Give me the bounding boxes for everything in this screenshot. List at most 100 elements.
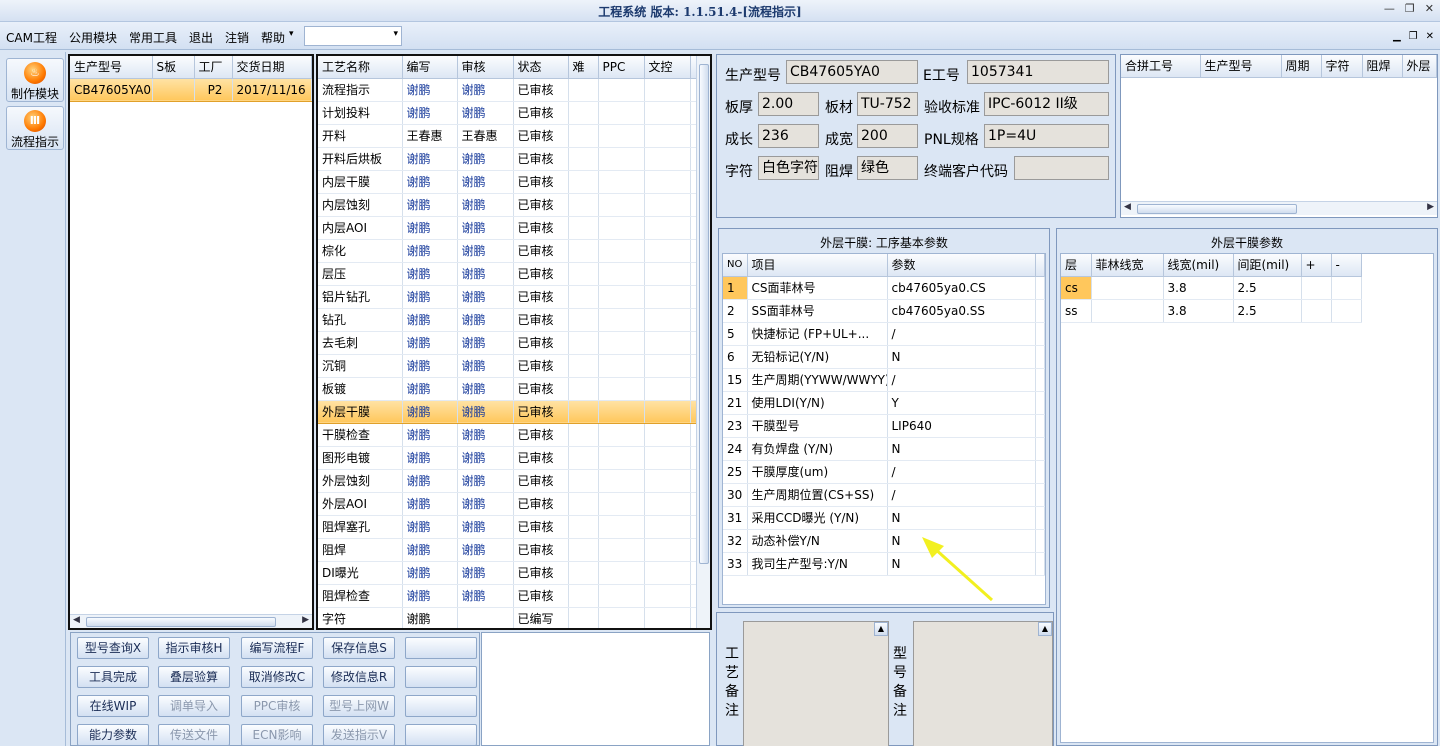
length-field[interactable]: 236 xyxy=(758,124,819,148)
scroll-right-icon[interactable]: ▶ xyxy=(1427,202,1434,212)
action-button[interactable]: 发送指示V xyxy=(323,724,395,746)
action-button[interactable]: PPC审核 xyxy=(241,695,313,717)
table-row[interactable]: 板镀 谢鹏 谢鹏 已审核 xyxy=(318,377,710,401)
table-row[interactable]: 干膜检查 谢鹏 谢鹏 已审核 xyxy=(318,423,710,447)
table-row[interactable]: 开料后烘板 谢鹏 谢鹏 已审核 xyxy=(318,147,710,171)
col-header[interactable]: 外层 xyxy=(1402,55,1437,78)
table-row[interactable]: 6 无铅标记(Y/N) N xyxy=(723,345,1045,369)
col-header[interactable]: 字符 xyxy=(1321,55,1363,78)
nav-process-instruction[interactable]: Ⅲ 流程指示 xyxy=(6,106,64,150)
table-row[interactable]: 内层蚀刻 谢鹏 谢鹏 已审核 xyxy=(318,193,710,217)
menu-tools[interactable]: 常用工具 xyxy=(129,29,177,46)
table-row[interactable]: 计划投料 谢鹏 谢鹏 已审核 xyxy=(318,101,710,125)
table-row[interactable]: 字符 谢鹏 已编写 xyxy=(318,607,710,628)
col-header[interactable]: 线宽(mil) xyxy=(1163,254,1234,277)
table-row[interactable]: 24 有负焊盘 (Y/N) N xyxy=(723,437,1045,461)
scroll-right-icon[interactable]: ▶ xyxy=(302,615,309,625)
menu-public-module[interactable]: 公用模块 xyxy=(69,29,117,46)
col-header[interactable]: S板 xyxy=(152,56,195,79)
table-row[interactable]: 30 生产周期位置(CS+SS) / xyxy=(723,483,1045,507)
mdi-restore-icon[interactable]: ❐ xyxy=(1409,31,1418,42)
action-button[interactable]: 在线WIP xyxy=(77,695,149,717)
col-header[interactable]: 交货日期 xyxy=(232,56,312,79)
model-memo-textarea[interactable]: ▲ xyxy=(913,621,1053,746)
process-memo-textarea[interactable]: ▲ xyxy=(743,621,889,746)
menu-combo-box[interactable]: ▾ xyxy=(304,26,402,46)
col-header[interactable]: 合拼工号 xyxy=(1121,55,1201,78)
col-header[interactable]: 难 xyxy=(568,56,599,79)
table-row[interactable]: 开料 王春惠 王春惠 已审核 xyxy=(318,124,710,148)
eno-field[interactable]: 1057341 xyxy=(967,60,1109,84)
table-row[interactable]: 内层AOI 谢鹏 谢鹏 已审核 xyxy=(318,216,710,240)
table-row[interactable]: 1 CS面菲林号 cb47605ya0.CS xyxy=(723,276,1045,300)
col-header[interactable]: 编写 xyxy=(402,56,458,79)
mdi-minimize-icon[interactable]: ▁ xyxy=(1393,31,1401,42)
table-row[interactable]: 外层蚀刻 谢鹏 谢鹏 已审核 xyxy=(318,469,710,493)
col-header[interactable]: 阻焊 xyxy=(1362,55,1403,78)
table-row[interactable]: 阻焊检查 谢鹏 谢鹏 已审核 xyxy=(318,584,710,608)
width-field[interactable]: 200 xyxy=(857,124,918,148)
table-row[interactable]: 25 干膜厚度(um) / xyxy=(723,460,1045,484)
chevron-down-icon[interactable]: ▾ xyxy=(393,29,398,39)
action-button[interactable]: 传送文件 xyxy=(158,724,230,746)
table-row[interactable]: 5 快捷标记 (FP+UL+... / xyxy=(723,322,1045,346)
mdi-close-icon[interactable]: ✕ xyxy=(1426,31,1434,42)
table-row[interactable]: 层压 谢鹏 谢鹏 已审核 xyxy=(318,262,710,286)
col-header[interactable]: 生产型号 xyxy=(1200,55,1282,78)
close-icon[interactable]: ✕ xyxy=(1425,2,1434,15)
col-header[interactable]: 周期 xyxy=(1281,55,1322,78)
nav-production-module[interactable]: ♨ 制作模块 xyxy=(6,58,64,102)
table-row[interactable]: 2 SS面菲林号 cb47605ya0.SS xyxy=(723,299,1045,323)
action-button[interactable]: 取消修改C xyxy=(241,666,313,688)
menu-cam[interactable]: CAM工程 xyxy=(6,29,57,46)
action-button[interactable]: 保存信息S xyxy=(323,637,395,659)
help-dropdown-icon[interactable]: ▾ xyxy=(289,29,294,46)
col-header[interactable]: 生产型号 xyxy=(70,56,153,79)
table-row[interactable]: DI曝光 谢鹏 谢鹏 已审核 xyxy=(318,561,710,585)
action-button[interactable]: 指示审核H xyxy=(158,637,230,659)
table-row[interactable]: cs 3.8 2.5 xyxy=(1061,276,1362,300)
action-button[interactable]: 编写流程F xyxy=(241,637,313,659)
add-column-button[interactable]: + xyxy=(1301,254,1332,277)
action-button[interactable]: ECN影响 xyxy=(241,724,313,746)
process-vscrollbar[interactable] xyxy=(696,56,710,628)
action-button[interactable]: 调单导入 xyxy=(158,695,230,717)
scroll-left-icon[interactable]: ◀ xyxy=(1124,202,1131,212)
customer-code-field[interactable] xyxy=(1014,156,1109,180)
menu-logout[interactable]: 注销 xyxy=(225,29,249,46)
table-row[interactable]: 21 使用LDI(Y/N) Y xyxy=(723,391,1045,415)
blank-button[interactable] xyxy=(405,637,477,659)
col-header[interactable]: NO xyxy=(723,254,748,277)
table-row[interactable]: 棕化 谢鹏 谢鹏 已审核 xyxy=(318,239,710,263)
blank-button[interactable] xyxy=(405,666,477,688)
col-header[interactable]: 状态 xyxy=(513,56,569,79)
thickness-field[interactable]: 2.00 xyxy=(758,92,819,116)
standard-field[interactable]: IPC-6012 II级 xyxy=(984,92,1109,116)
table-row[interactable]: 外层干膜 谢鹏 谢鹏 已审核 xyxy=(318,400,710,424)
action-button[interactable]: 型号查询X xyxy=(77,637,149,659)
action-button[interactable]: 工具完成 xyxy=(77,666,149,688)
blank-button[interactable] xyxy=(405,724,477,746)
table-row[interactable]: 图形电镀 谢鹏 谢鹏 已审核 xyxy=(318,446,710,470)
pnl-field[interactable]: 1P=4U xyxy=(984,124,1109,148)
table-row[interactable]: 沉铜 谢鹏 谢鹏 已审核 xyxy=(318,354,710,378)
table-row[interactable]: 流程指示 谢鹏 谢鹏 已审核 xyxy=(318,78,710,102)
action-button[interactable]: 能力参数 xyxy=(77,724,149,746)
action-button[interactable]: 叠层验算 xyxy=(158,666,230,688)
col-header[interactable]: 间距(mil) xyxy=(1233,254,1302,277)
scroll-thumb[interactable] xyxy=(1137,204,1297,214)
minimize-icon[interactable]: — xyxy=(1384,2,1395,15)
menu-help[interactable]: 帮助 xyxy=(261,29,285,46)
action-button[interactable]: 修改信息R xyxy=(323,666,395,688)
table-row[interactable]: 23 干膜型号 LIP640 xyxy=(723,414,1045,438)
models-hscrollbar[interactable]: ◀ ▶ xyxy=(70,614,312,628)
table-row[interactable]: 阻焊 谢鹏 谢鹏 已审核 xyxy=(318,538,710,562)
col-header[interactable]: PPC xyxy=(598,56,645,79)
col-header[interactable]: 菲林线宽 xyxy=(1091,254,1164,277)
col-header[interactable]: 项目 xyxy=(747,254,888,277)
table-row[interactable]: 阻焊塞孔 谢鹏 谢鹏 已审核 xyxy=(318,515,710,539)
mask-field[interactable]: 绿色 xyxy=(857,156,918,180)
col-header[interactable]: 工艺名称 xyxy=(318,56,403,79)
col-header[interactable]: 工厂 xyxy=(194,56,233,79)
col-header[interactable]: 层 xyxy=(1061,254,1092,277)
